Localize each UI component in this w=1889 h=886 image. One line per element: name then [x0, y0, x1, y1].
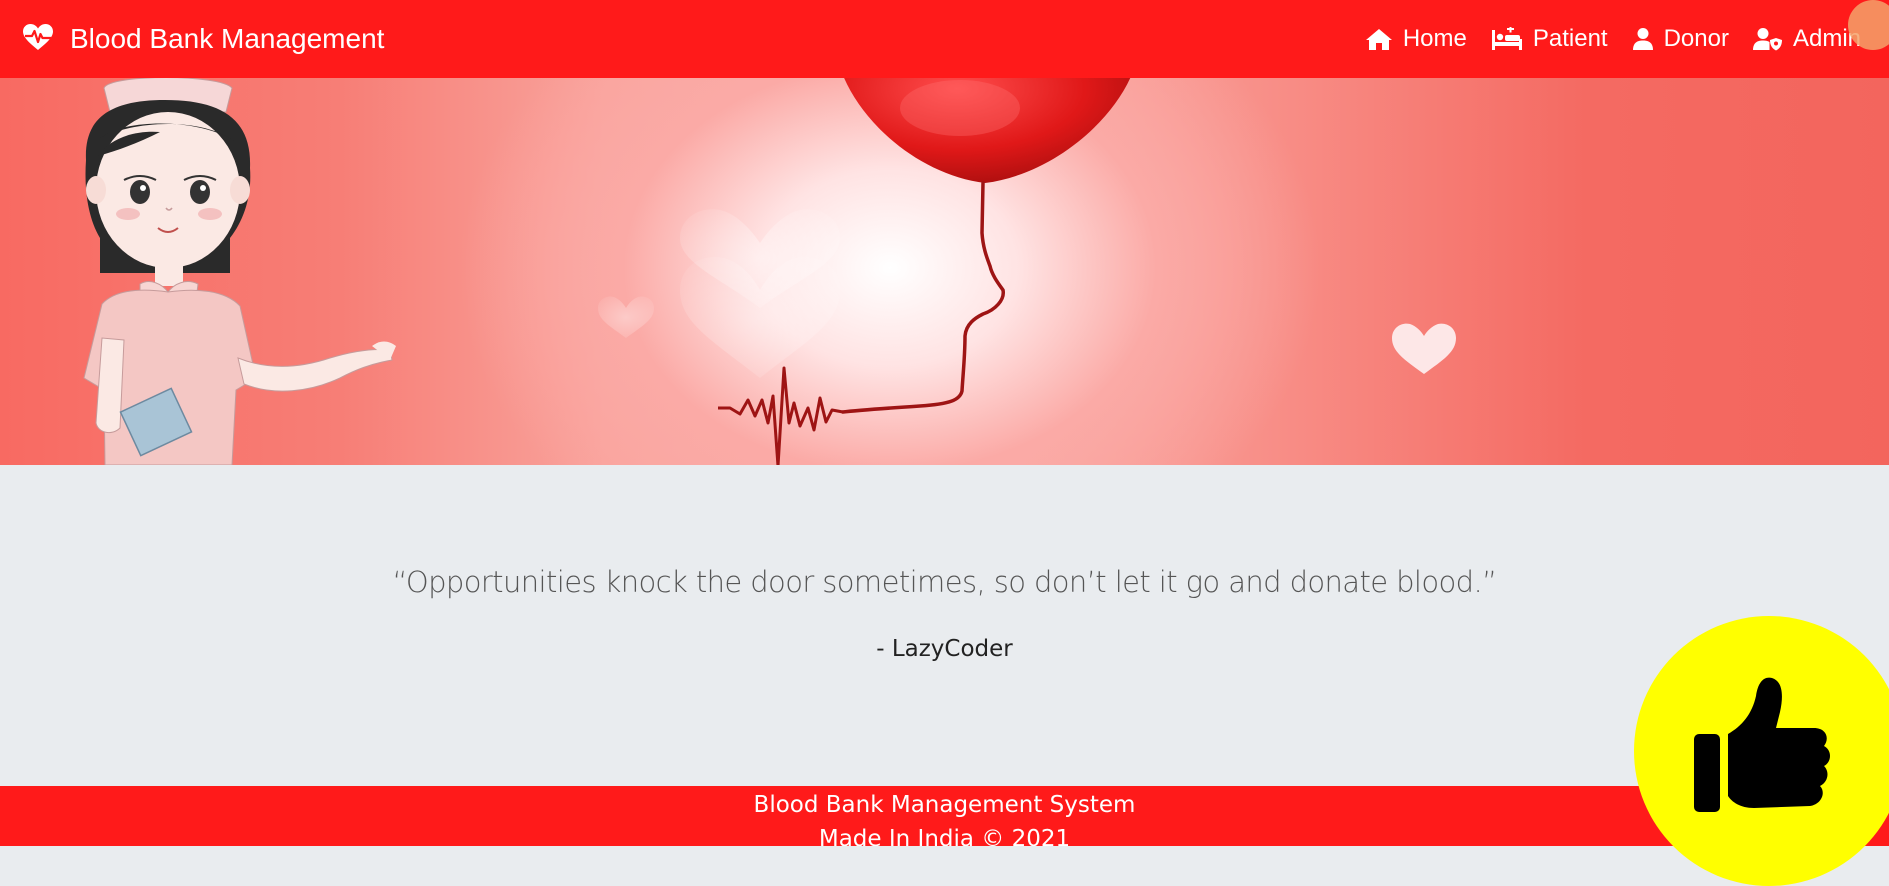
nav-admin[interactable]: Admin	[1752, 25, 1861, 53]
quote-section: “Opportunities knock the door sometimes,…	[0, 465, 1889, 786]
nav-patient[interactable]: Patient	[1491, 25, 1608, 53]
navbar: Blood Bank Management Home Patient Donor…	[0, 0, 1889, 78]
nav-donor-label: Donor	[1663, 25, 1729, 52]
hospital-bed-icon	[1491, 27, 1523, 51]
brand-link[interactable]: Blood Bank Management	[22, 23, 384, 56]
user-shield-icon	[1752, 27, 1783, 51]
quote-author: - LazyCoder	[876, 636, 1013, 662]
footer-copyright: Made In India © 2021	[818, 826, 1071, 846]
nav-donor[interactable]: Donor	[1632, 25, 1729, 53]
nav-patient-label: Patient	[1532, 25, 1608, 52]
user-icon	[1632, 27, 1654, 51]
nav-home[interactable]: Home	[1365, 25, 1467, 53]
hero-illustration	[83, 78, 1456, 465]
thumbs-up-icon	[1694, 677, 1830, 812]
home-icon	[1365, 27, 1393, 51]
heartbeat-icon	[22, 23, 54, 56]
footer-title: Blood Bank Management System	[753, 792, 1136, 818]
brand-title: Blood Bank Management	[70, 23, 385, 54]
hero-banner	[0, 78, 1889, 465]
nav-home-label: Home	[1402, 25, 1467, 52]
nurse-illustration	[83, 78, 396, 465]
quote-text: “Opportunities knock the door sometimes,…	[392, 565, 1497, 599]
footer: Blood Bank Management System Made In Ind…	[0, 786, 1889, 846]
nav-links: Home Patient Donor Admin	[1365, 0, 1861, 78]
